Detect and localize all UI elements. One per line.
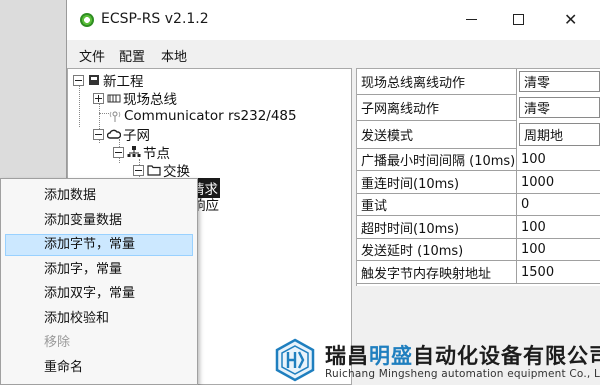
tree-node-exchange[interactable]: 交换: [133, 160, 190, 180]
context-menu: 添加数据 添加变量数据 添加字节，常量 添加字，常量 添加双字，常量 添加校验和…: [0, 178, 198, 385]
menu-local[interactable]: 本地: [161, 46, 187, 65]
tree-node-node[interactable]: 节点: [113, 142, 170, 162]
menu-item-add-word-constant[interactable]: 添加字，常量: [5, 259, 193, 281]
tree-node-communicator[interactable]: Communicator rs232/485: [108, 106, 297, 126]
menu-bar: 文件 配置 本地: [67, 40, 600, 66]
property-row[interactable]: 重试 0: [357, 194, 600, 216]
menu-item-rename[interactable]: 重命名: [5, 357, 193, 379]
antenna-icon: [108, 109, 122, 123]
window-title: ECSP-RS v2.1.2: [101, 11, 209, 27]
company-name: 瑞昌明盛自动化设备有限公司: [325, 344, 600, 368]
fieldbus-icon: [107, 91, 121, 105]
menu-item-add-variable-data[interactable]: 添加变量数据: [5, 210, 193, 232]
property-row[interactable]: 发送延时 (10ms) 100: [357, 239, 600, 261]
property-select[interactable]: 清零: [519, 71, 600, 92]
property-row[interactable]: 超时时间(10ms) 100: [357, 216, 600, 239]
property-row[interactable]: 重连时间(10ms) 1000: [357, 171, 600, 194]
network-node-icon: [127, 145, 141, 159]
app-icon: [80, 13, 94, 27]
tree-node-fieldbus[interactable]: 现场总线: [93, 88, 177, 108]
close-button[interactable]: ✕: [551, 8, 591, 32]
property-row[interactable]: 触发字节内存映射地址 1500: [357, 261, 600, 284]
maximize-icon: [513, 14, 524, 25]
close-icon: ✕: [564, 10, 578, 29]
minimize-icon: [466, 19, 477, 20]
tree-node-subnet[interactable]: 子网: [93, 124, 150, 144]
maximize-button[interactable]: [499, 8, 539, 32]
collapse-toggle-icon[interactable]: [93, 128, 104, 140]
collapse-toggle-icon[interactable]: [73, 74, 84, 86]
menu-item-remove[interactable]: 移除: [5, 332, 193, 354]
property-input[interactable]: 0: [517, 194, 600, 216]
collapse-toggle-icon[interactable]: [113, 146, 124, 158]
property-select[interactable]: 清零: [519, 97, 600, 118]
property-select[interactable]: 周期地: [519, 123, 600, 146]
property-row[interactable]: 子网离线动作 清零: [357, 95, 600, 121]
menu-item-add-dword-constant[interactable]: 添加双字，常量: [5, 283, 193, 305]
property-input[interactable]: 100: [517, 216, 600, 239]
project-icon: [87, 73, 101, 87]
property-row[interactable]: 现场总线离线动作 清零: [357, 69, 600, 95]
expand-toggle-icon[interactable]: [93, 92, 104, 104]
menu-file[interactable]: 文件: [79, 46, 105, 65]
menu-item-add-byte-constant[interactable]: 添加字节，常量: [5, 234, 193, 256]
property-row[interactable]: 发送模式 周期地: [357, 121, 600, 149]
tree-node-project[interactable]: 新工程: [73, 70, 144, 90]
menu-item-add-data[interactable]: 添加数据: [5, 185, 193, 207]
company-name-english: Ruichang Mingsheng automation equipment …: [325, 368, 600, 380]
company-watermark: 瑞昌明盛自动化设备有限公司 Ruichang Mingsheng automat…: [273, 336, 600, 385]
property-input[interactable]: 1000: [517, 171, 600, 194]
property-row[interactable]: 广播最小时间间隔 (10ms) 100: [357, 149, 600, 171]
property-input[interactable]: 100: [517, 239, 600, 261]
menu-config[interactable]: 配置: [119, 46, 145, 65]
company-logo-icon: [273, 338, 317, 382]
title-bar[interactable]: ECSP-RS v2.1.2 ✕: [67, 0, 600, 40]
property-grid: 现场总线离线动作 清零 子网离线动作 清零 发送模式 周期地 广播最小时间间隔 …: [356, 68, 600, 286]
folder-icon: [147, 163, 161, 177]
collapse-toggle-icon[interactable]: [133, 164, 144, 176]
minimize-button[interactable]: [453, 8, 493, 32]
menu-item-add-checksum[interactable]: 添加校验和: [5, 308, 193, 330]
cloud-icon: [106, 127, 122, 141]
property-input[interactable]: 100: [517, 149, 600, 171]
property-input[interactable]: 1500: [517, 261, 600, 284]
